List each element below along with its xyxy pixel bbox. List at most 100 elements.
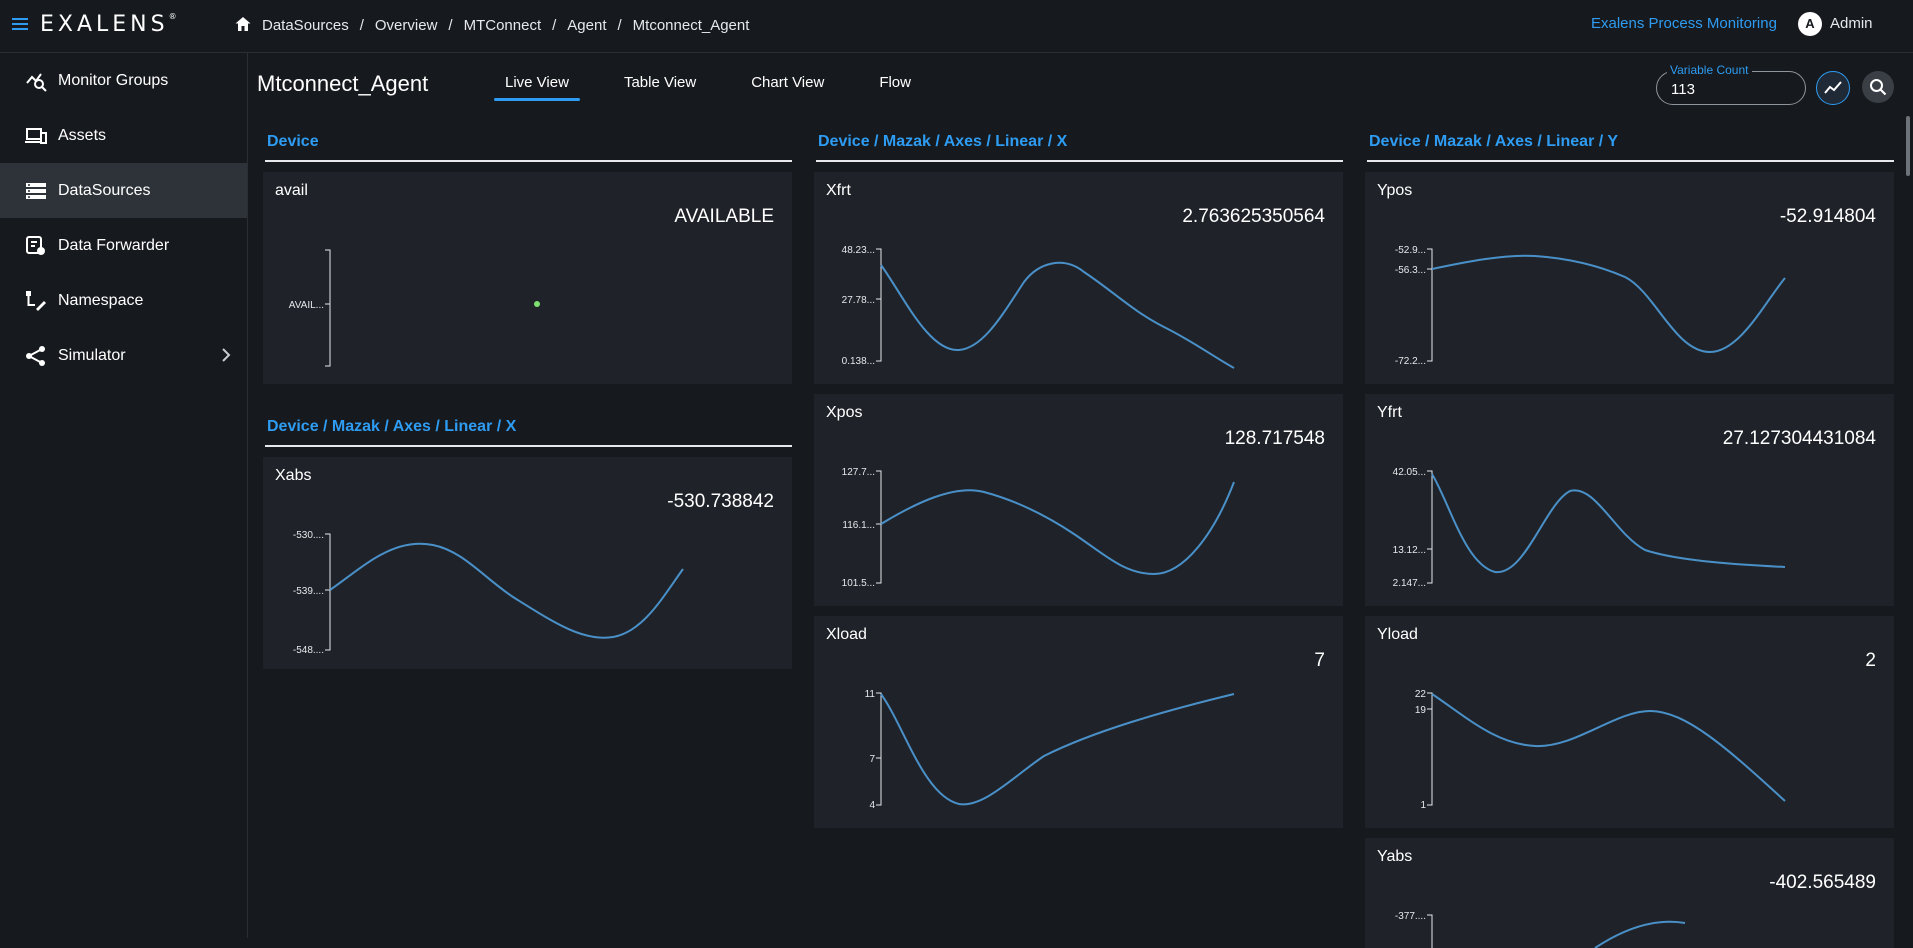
sparkline-chart: 127.7... 116.1... 101.5... (842, 467, 1235, 589)
variable-name: Xload (826, 626, 867, 643)
variable-name: Xpos (826, 404, 863, 421)
axis-tick: -539.... (293, 586, 324, 597)
variable-value: AVAILABLE (674, 206, 774, 227)
group-header: Device (265, 124, 792, 162)
trend-icon (1824, 81, 1842, 94)
group-header: Device / Mazak / Axes / Linear / Y (1367, 124, 1894, 162)
breadcrumb-current: Mtconnect_Agent (632, 17, 750, 34)
tab-flow[interactable]: Flow (868, 74, 922, 91)
search-icon (1870, 79, 1887, 96)
variable-card-xfrt[interactable]: Xfrt 2.763625350564 48.23... 27.78... 0.… (814, 172, 1343, 384)
axis-tick: 116.1... (842, 520, 875, 531)
variable-card-xload[interactable]: Xload 7 11 7 4 (814, 616, 1343, 828)
series-line (880, 481, 1235, 576)
page-title: Mtconnect_Agent (257, 71, 429, 96)
variable-name: Yload (1377, 626, 1418, 643)
sidebar-item-namespace[interactable]: Namespace (0, 273, 247, 328)
sidebar-item-data-forwarder[interactable]: Data Forwarder (0, 218, 247, 273)
sparkline-chart: -530.... -539.... -548.... (293, 530, 684, 656)
chevron-right-icon[interactable] (219, 347, 233, 363)
axis-tick: 7 (869, 754, 875, 765)
axis-tick: 19 (1415, 705, 1427, 716)
variable-card-xpos[interactable]: Xpos 128.717548 127.7... 116.1... 101.5.… (814, 394, 1343, 606)
sidebar-item-label: DataSources (58, 181, 151, 199)
axis-tick: 27.78... (842, 295, 875, 306)
variable-value: 128.717548 (1224, 428, 1325, 449)
axis-tick: 101.5... (842, 578, 875, 589)
column-3: Device / Mazak / Axes / Linear / Y Ypos … (1365, 124, 1894, 948)
sparkline-chart: 11 7 4 (865, 689, 1235, 811)
sidebar: Monitor Groups Assets DataSources Data F… (0, 53, 248, 938)
sidebar-item-simulator[interactable]: Simulator (0, 328, 247, 383)
data-point (534, 301, 540, 307)
axis-tick: 22 (1415, 689, 1427, 700)
breadcrumb: DataSources / Overview / MTConnect / Agent /… (262, 17, 750, 34)
search-button[interactable] (1862, 71, 1894, 103)
axis-tick: 127.7... (842, 467, 875, 478)
variable-name: avail (275, 182, 308, 199)
tab-live-view[interactable]: Live View (494, 74, 580, 101)
variable-card-yload[interactable]: Yload 2 22 19 1 (1365, 616, 1894, 828)
axis-tick: -72.2... (1395, 356, 1426, 367)
column-1: Device avail AVAILABLE AVAIL... Device /… (263, 124, 792, 669)
sidebar-item-label: Data Forwarder (58, 236, 170, 254)
simulator-icon (26, 345, 45, 366)
series-line (1431, 693, 1786, 802)
datasources-icon (26, 182, 46, 199)
series-line (880, 693, 1235, 806)
vertical-scrollbar[interactable] (1905, 110, 1911, 928)
axis-tick: 1 (1420, 800, 1426, 811)
sparkline-chart: 48.23... 27.78... 0.138... (842, 245, 1235, 369)
variable-value: -530.738842 (667, 491, 774, 512)
variable-value: 7 (1314, 650, 1325, 671)
data-forwarder-icon (26, 235, 45, 255)
variable-value: 2 (1865, 650, 1876, 671)
variable-count-field[interactable]: Variable Count 113 (1656, 63, 1806, 105)
user-name[interactable]: Admin (1830, 15, 1873, 32)
variable-card-yfrt[interactable]: Yfrt 27.127304431084 42.05... 13.12... 2… (1365, 394, 1894, 606)
axis-tick: 13.12... (1393, 545, 1426, 556)
variable-name: Xabs (275, 467, 312, 484)
axis-tick: 4 (869, 800, 875, 811)
app-link[interactable]: Exalens Process Monitoring (1591, 15, 1777, 32)
variable-card-xabs[interactable]: Xabs -530.738842 -530.... -539.... -548.… (263, 457, 792, 669)
monitor-groups-icon (26, 72, 47, 92)
group-header: Device / Mazak / Axes / Linear / X (265, 409, 792, 447)
series-line (1431, 473, 1786, 574)
view-tabs: Live View Table View Chart View Flow (494, 74, 955, 101)
sidebar-item-datasources[interactable]: DataSources (0, 163, 247, 218)
axis-tick: -52.9... (1395, 245, 1426, 256)
home-icon[interactable] (234, 15, 252, 33)
trend-button[interactable] (1816, 71, 1850, 105)
variable-name: Yfrt (1377, 404, 1402, 421)
axis-tick: 2.147... (1393, 578, 1426, 589)
sidebar-item-monitor-groups[interactable]: Monitor Groups (0, 53, 247, 108)
top-bar: EXALENS® DataSources / Overview / MTConnec… (0, 0, 1913, 53)
tab-table-view[interactable]: Table View (613, 74, 707, 91)
sidebar-item-assets[interactable]: Assets (0, 108, 247, 163)
avatar[interactable]: A (1798, 12, 1822, 36)
axis-tick: -377.... (1395, 911, 1426, 922)
variable-card-yabs[interactable]: Yabs -402.565489 -377.... (1365, 838, 1894, 948)
variable-card-avail[interactable]: avail AVAILABLE AVAIL... (263, 172, 792, 384)
sidebar-item-label: Monitor Groups (58, 71, 169, 89)
variable-value: 27.127304431084 (1722, 428, 1876, 449)
variable-count-label: Variable Count (1667, 63, 1752, 77)
breadcrumb-agent[interactable]: Agent (567, 17, 606, 34)
tab-chart-view[interactable]: Chart View (740, 74, 835, 91)
breadcrumb-datasources[interactable]: DataSources (262, 17, 349, 34)
variable-card-ypos[interactable]: Ypos -52.914804 -52.9... -56.3... -72.2.… (1365, 172, 1894, 384)
variable-value: -52.914804 (1779, 206, 1876, 227)
sparkline-chart: 42.05... 13.12... 2.147... (1393, 467, 1786, 589)
breadcrumb-mtconnect[interactable]: MTConnect (464, 17, 542, 34)
sparkline-chart: -377.... (1395, 911, 1686, 948)
column-2: Device / Mazak / Axes / Linear / X Xfrt … (814, 124, 1343, 828)
sparkline-chart: -52.9... -56.3... -72.2... (1395, 245, 1786, 367)
sparkline-chart: AVAIL... (289, 249, 540, 367)
series-line (1431, 254, 1786, 354)
menu-icon[interactable] (12, 18, 28, 30)
sidebar-item-label: Simulator (58, 346, 126, 364)
group-header: Device / Mazak / Axes / Linear / X (816, 124, 1343, 162)
axis-tick: -56.3... (1395, 265, 1426, 276)
breadcrumb-overview[interactable]: Overview (375, 17, 438, 34)
